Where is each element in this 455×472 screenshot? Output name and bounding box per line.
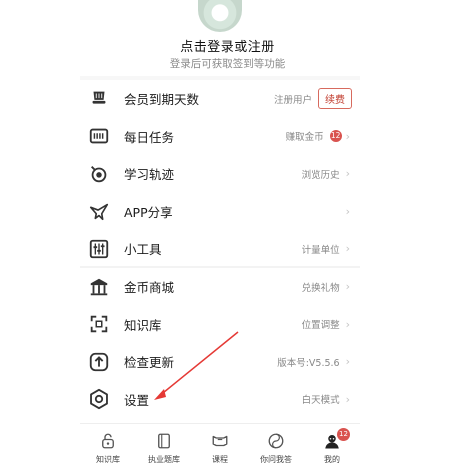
menu-item-value: 浏览历史	[301, 169, 340, 181]
tab-label: 知识库	[96, 455, 120, 464]
tab-qa[interactable]: 你问我答	[248, 424, 304, 472]
menu-item-tools[interactable]: 小工具 计量单位 ›	[80, 230, 360, 268]
ask-icon	[268, 433, 284, 449]
tab-profile[interactable]: 我的 12	[304, 424, 360, 472]
shop-icon	[88, 276, 110, 298]
tools-icon	[88, 238, 110, 260]
tab-label: 课程	[212, 455, 228, 464]
profile-page: 点击登录或注册 登录后可获取签到等功能 会员到期天数 注册用户 续费 每日任务 …	[0, 0, 455, 472]
menu-item-learning-track[interactable]: 学习轨迹 浏览历史 ›	[80, 155, 360, 193]
notification-badge: 12	[329, 130, 342, 143]
track-icon	[88, 163, 110, 185]
menu-item-label: 知识库	[124, 317, 162, 333]
chevron-right-icon: ›	[345, 355, 350, 369]
chevron-right-icon: ›	[345, 280, 350, 294]
menu-item-value: 版本号:V5.5.6	[277, 357, 340, 369]
menu-item-check-update[interactable]: 检查更新 版本号:V5.5.6 ›	[80, 343, 360, 381]
menu-item-label: 检查更新	[124, 355, 175, 371]
chevron-right-icon: ›	[345, 392, 350, 406]
tab-label: 执业题库	[148, 455, 180, 464]
tab-knowledge[interactable]: 知识库	[80, 424, 136, 472]
course-icon	[212, 435, 228, 447]
menu-item-value: 赚取金币	[285, 132, 324, 144]
menu-item-settings[interactable]: 设置 白天模式 ›	[80, 381, 360, 419]
question-bank-icon	[158, 433, 170, 449]
menu-item-value: 白天模式	[301, 395, 340, 407]
menu-item-app-share[interactable]: APP分享 ›	[80, 193, 360, 231]
menu-item-label: 会员到期天数	[124, 92, 200, 108]
hat-icon	[88, 88, 110, 110]
menu-item-value: 注册用户	[273, 94, 312, 106]
menu-item-label: 设置	[124, 392, 150, 408]
menu-item-label: 小工具	[124, 242, 162, 258]
tab-label: 我的	[324, 455, 340, 464]
knowledge-tab-icon	[102, 433, 114, 449]
update-icon	[88, 351, 110, 373]
menu-item-coin-mall[interactable]: 金币商城 兑换礼物 ›	[80, 268, 360, 306]
task-icon	[88, 125, 110, 147]
notification-badge: 12	[337, 428, 350, 441]
tab-course[interactable]: 课程	[192, 424, 248, 472]
menu-group-app: 金币商城 兑换礼物 › 知识库 位置调整 › 检查更新 版本号:V5.5.6 ›…	[80, 268, 360, 418]
menu-item-label: 金币商城	[124, 280, 175, 296]
menu-item-value: 位置调整	[301, 320, 340, 332]
menu-item-label: APP分享	[124, 204, 173, 220]
avatar[interactable]	[198, 0, 242, 32]
menu-item-value: 计量单位	[301, 244, 340, 256]
menu-item-label: 学习轨迹	[124, 167, 175, 183]
menu-item-label: 每日任务	[124, 129, 175, 145]
bottom-nav: 知识库 执业题库 课程 你问我答 我的 12	[80, 423, 360, 472]
menu-group-account: 会员到期天数 注册用户 续费 每日任务 赚取金币 12 › 学习轨迹 浏览历史 …	[80, 80, 360, 268]
login-subtitle: 登录后可获取签到等功能	[169, 58, 286, 70]
share-bird-icon	[88, 200, 110, 222]
chevron-right-icon: ›	[345, 167, 350, 181]
chevron-right-icon: ›	[345, 129, 350, 143]
menu-item-membership[interactable]: 会员到期天数 注册用户 续费	[80, 80, 360, 118]
knowledge-icon	[88, 313, 110, 335]
chevron-right-icon: ›	[345, 317, 350, 331]
chevron-right-icon: ›	[345, 242, 350, 256]
menu-item-value: 兑换礼物	[301, 282, 340, 294]
menu-item-knowledge-base[interactable]: 知识库 位置调整 ›	[80, 306, 360, 344]
chevron-right-icon: ›	[345, 204, 350, 218]
tab-label: 你问我答	[260, 455, 292, 464]
tab-question-bank[interactable]: 执业题库	[136, 424, 192, 472]
login-title[interactable]: 点击登录或注册	[0, 36, 455, 55]
menu-item-daily-tasks[interactable]: 每日任务 赚取金币 12 ›	[80, 118, 360, 156]
settings-icon	[88, 388, 110, 410]
renew-button[interactable]: 续费	[318, 88, 352, 110]
